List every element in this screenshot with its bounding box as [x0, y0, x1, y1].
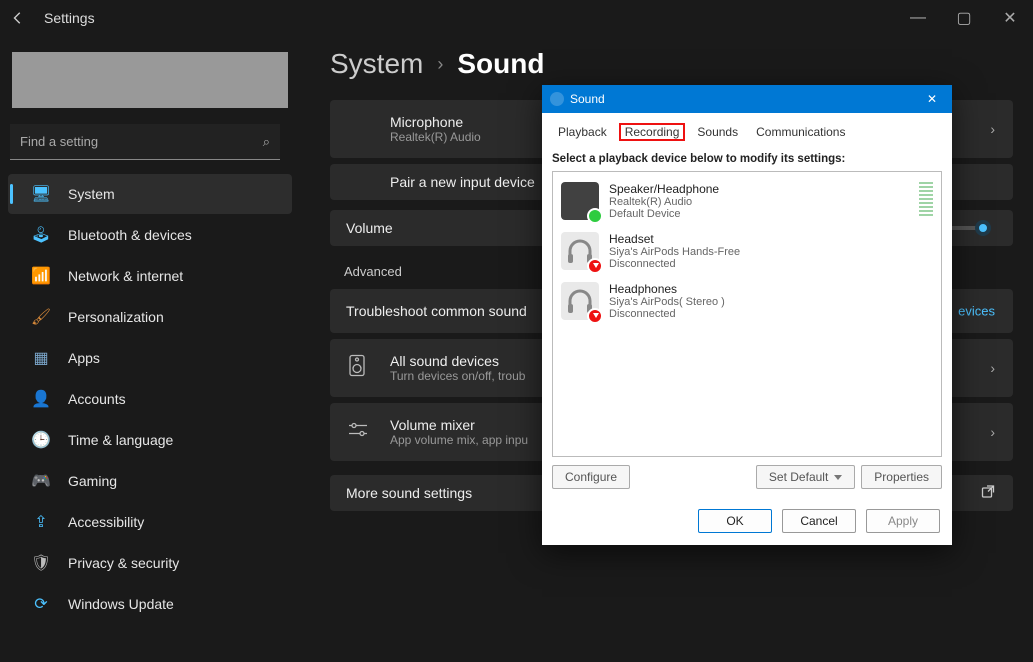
- speaker-device-icon: [561, 182, 599, 220]
- sidebar-item-label: Accounts: [68, 391, 126, 407]
- headphones-device-icon: [561, 282, 599, 320]
- dialog-title: Sound: [570, 92, 605, 106]
- sidebar-item-apps[interactable]: ▦ Apps: [8, 338, 292, 378]
- breadcrumb-parent[interactable]: System: [330, 48, 423, 80]
- minimize-button[interactable]: —: [895, 0, 941, 36]
- sidebar-item-accessibility[interactable]: ⇪ Accessibility: [8, 502, 292, 542]
- shield-icon: 🛡: [30, 552, 52, 574]
- bluetooth-icon: 🕹: [30, 224, 52, 246]
- sound-dialog: Sound ✕ Playback Recording Sounds Commun…: [542, 85, 952, 545]
- sidebar-item-accounts[interactable]: 👤 Accounts: [8, 379, 292, 419]
- search-input[interactable]: Find a setting ⌕: [10, 124, 280, 160]
- sidebar-item-label: Time & language: [68, 432, 173, 448]
- update-icon: ⟳: [30, 593, 52, 615]
- sidebar-item-update[interactable]: ⟳ Windows Update: [8, 584, 292, 624]
- dialog-tabs: Playback Recording Sounds Communications: [552, 119, 942, 147]
- level-meter: [919, 182, 933, 218]
- sidebar-item-label: System: [68, 186, 115, 202]
- device-name: Headphones: [609, 282, 725, 296]
- device-row[interactable]: Headphones Siya's AirPods( Stereo ) Disc…: [559, 276, 935, 326]
- sidebar-item-bluetooth[interactable]: 🕹 Bluetooth & devices: [8, 215, 292, 255]
- chevron-right-icon: ›: [437, 54, 443, 75]
- device-status: Disconnected: [609, 258, 740, 270]
- devices-link[interactable]: evices: [958, 304, 995, 319]
- sound-icon: [550, 92, 564, 106]
- close-button[interactable]: ✕: [987, 0, 1033, 36]
- sidebar-item-system[interactable]: 🖥 System: [8, 174, 292, 214]
- configure-button[interactable]: Configure: [552, 465, 630, 489]
- properties-button[interactable]: Properties: [861, 465, 942, 489]
- breadcrumb: System › Sound: [330, 48, 1013, 80]
- device-row[interactable]: Speaker/Headphone Realtek(R) Audio Defau…: [559, 176, 935, 226]
- sidebar-item-label: Bluetooth & devices: [68, 227, 192, 243]
- back-button[interactable]: [0, 0, 36, 36]
- cancel-button[interactable]: Cancel: [782, 509, 856, 533]
- wifi-icon: 📶: [30, 265, 52, 287]
- arrow-left-icon: [11, 11, 25, 25]
- sidebar-item-time[interactable]: 🕒 Time & language: [8, 420, 292, 460]
- sidebar: Find a setting ⌕ 🖥 System 🕹 Bluetooth & …: [0, 36, 300, 662]
- device-name: Speaker/Headphone: [609, 182, 719, 196]
- headset-device-icon: [561, 232, 599, 270]
- tab-sounds[interactable]: Sounds: [691, 123, 744, 141]
- sidebar-item-label: Privacy & security: [68, 555, 179, 571]
- sidebar-item-personalization[interactable]: 🖌 Personalization: [8, 297, 292, 337]
- device-row[interactable]: Headset Siya's AirPods Hands-Free Discon…: [559, 226, 935, 276]
- chevron-right-icon: ›: [990, 360, 995, 376]
- accessibility-icon: ⇪: [30, 511, 52, 533]
- brush-icon: 🖌: [30, 306, 52, 328]
- sidebar-item-label: Gaming: [68, 473, 117, 489]
- sidebar-item-label: Windows Update: [68, 596, 174, 612]
- mixer-icon: [348, 422, 368, 443]
- device-driver: Siya's AirPods Hands-Free: [609, 246, 740, 258]
- sidebar-item-label: Accessibility: [68, 514, 144, 530]
- maximize-button[interactable]: ▢: [941, 0, 987, 36]
- device-status: Disconnected: [609, 308, 725, 320]
- tab-playback[interactable]: Playback: [552, 123, 613, 141]
- chevron-right-icon: ›: [990, 121, 995, 137]
- gamepad-icon: 🎮: [30, 470, 52, 492]
- volume-slider-thumb[interactable]: [975, 220, 991, 236]
- sidebar-item-network[interactable]: 📶 Network & internet: [8, 256, 292, 296]
- sidebar-item-privacy[interactable]: 🛡 Privacy & security: [8, 543, 292, 583]
- sidebar-item-label: Apps: [68, 350, 100, 366]
- chevron-right-icon: ›: [990, 424, 995, 440]
- set-default-button[interactable]: Set Default: [756, 465, 855, 489]
- tab-recording[interactable]: Recording: [619, 123, 686, 141]
- dialog-close-button[interactable]: ✕: [920, 92, 944, 106]
- apps-icon: ▦: [30, 347, 52, 369]
- speaker-icon: [348, 355, 366, 382]
- down-badge-icon: [587, 308, 603, 324]
- device-name: Headset: [609, 232, 740, 246]
- dialog-titlebar[interactable]: Sound ✕: [542, 85, 952, 113]
- apply-button[interactable]: Apply: [866, 509, 940, 533]
- profile-block[interactable]: [12, 52, 288, 108]
- display-icon: 🖥: [30, 183, 52, 205]
- sidebar-item-label: Network & internet: [68, 268, 183, 284]
- check-badge-icon: [587, 208, 603, 224]
- device-status: Default Device: [609, 208, 719, 220]
- sidebar-item-gaming[interactable]: 🎮 Gaming: [8, 461, 292, 501]
- ok-button[interactable]: OK: [698, 509, 772, 533]
- sidebar-item-label: Personalization: [68, 309, 164, 325]
- device-driver: Siya's AirPods( Stereo ): [609, 296, 725, 308]
- window-title: Settings: [44, 10, 95, 26]
- tab-communications[interactable]: Communications: [750, 123, 851, 141]
- globe-icon: 🕒: [30, 429, 52, 451]
- breadcrumb-current: Sound: [457, 48, 544, 80]
- search-icon: ⌕: [263, 134, 270, 150]
- device-list[interactable]: Speaker/Headphone Realtek(R) Audio Defau…: [552, 171, 942, 457]
- device-driver: Realtek(R) Audio: [609, 196, 719, 208]
- search-placeholder: Find a setting: [20, 134, 263, 149]
- popout-icon: [981, 485, 995, 502]
- down-badge-icon: [587, 258, 603, 274]
- dialog-instruction: Select a playback device below to modify…: [552, 153, 942, 165]
- person-icon: 👤: [30, 388, 52, 410]
